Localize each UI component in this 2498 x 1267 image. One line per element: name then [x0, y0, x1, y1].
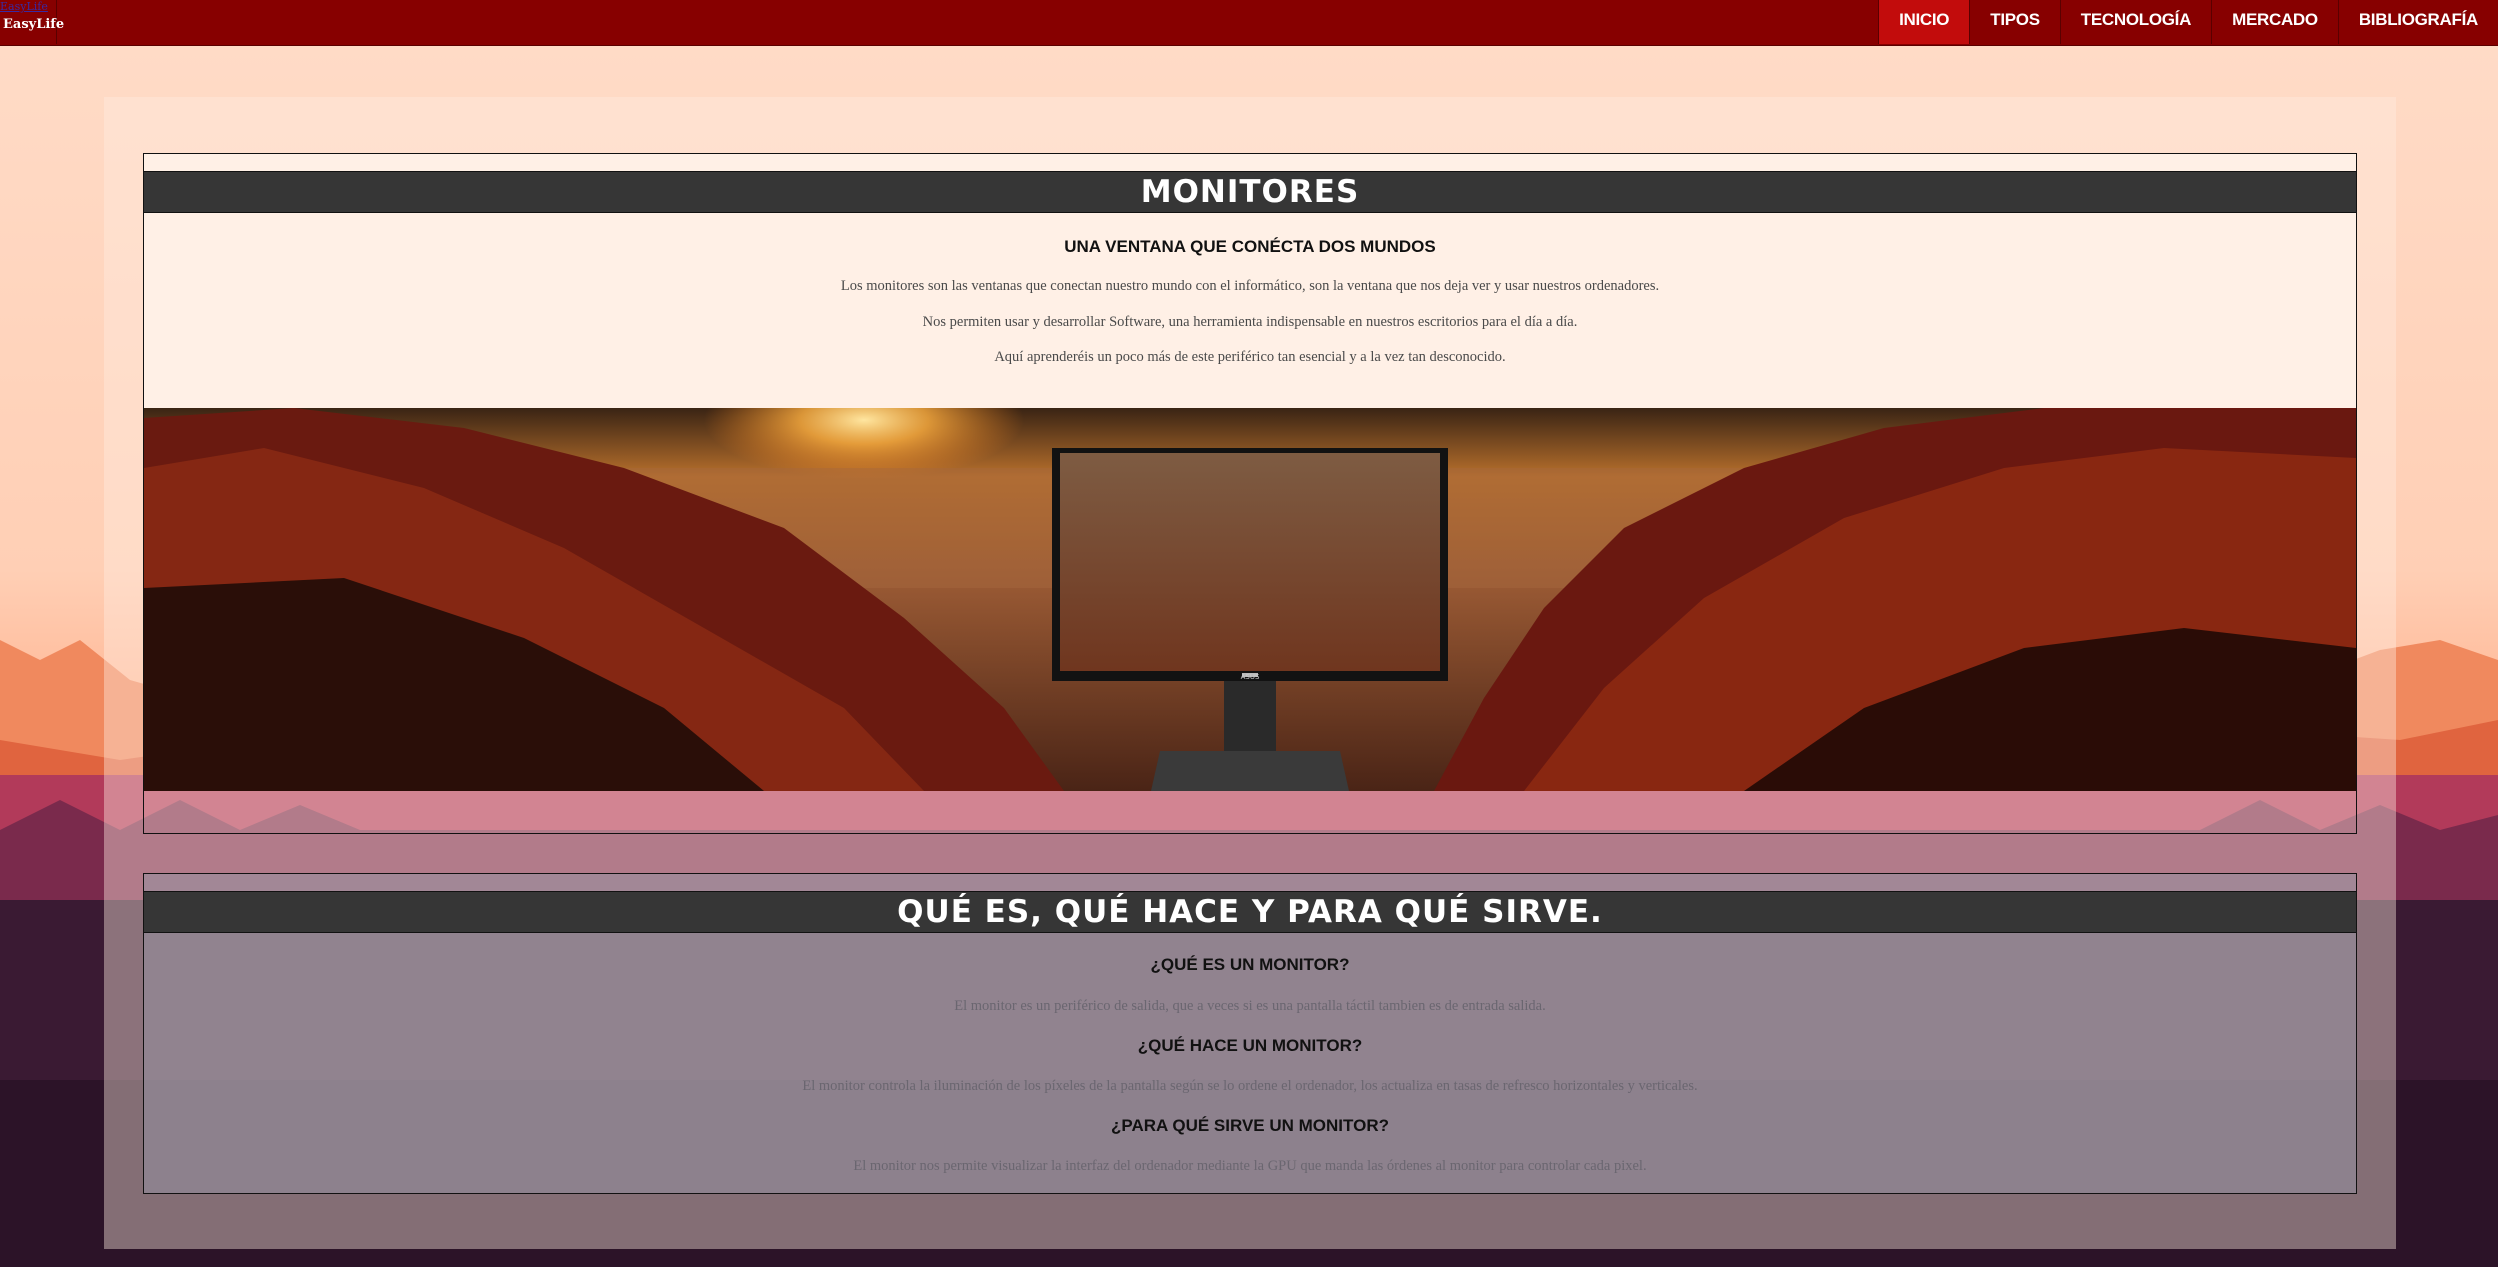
nav-mercado[interactable]: MERCADO	[2211, 0, 2338, 44]
monitores-card: MONITORES UNA VENTANA QUE CONÉCTA DOS MU…	[143, 153, 2357, 834]
intro-paragraph-3: Aquí aprenderéis un poco más de este per…	[994, 349, 1506, 365]
about-text-1: El monitor es un periférico de salida, q…	[954, 998, 1546, 1014]
intro-paragraph-2: Nos permiten usar y desarrollar Software…	[922, 314, 1578, 330]
nav-tecnologia[interactable]: TECNOLOGÍA	[2059, 0, 2211, 44]
page-title: MONITORES	[144, 171, 2356, 213]
intro-paragraph-1: Los monitores son las ventanas que conec…	[840, 278, 1660, 294]
about-heading-3: ¿PARA QUÉ SIRVE UN MONITOR?	[1110, 1116, 1389, 1135]
nav-tipos[interactable]: TIPOS	[1969, 0, 2060, 44]
monitor-banner-image: ASUS	[144, 408, 2356, 791]
logo[interactable]: EasyLife EasyLife	[0, 0, 64, 44]
main-menu: INICIO TIPOS TECNOLOGÍA MERCADO BIBLIOGR…	[1878, 0, 2498, 44]
nav-bibliografia[interactable]: BIBLIOGRAFÍA	[2337, 0, 2498, 44]
top-navbar: EasyLife EasyLife INICIO TIPOS TECNOLOGÍ…	[0, 0, 2498, 46]
about-heading-2: ¿QUÉ HACE UN MONITOR?	[1137, 1036, 1363, 1055]
about-title: QUÉ ES, QUÉ HACE Y PARA QUÉ SIRVE.	[144, 891, 2356, 933]
about-text-3: El monitor nos permite visualizar la int…	[853, 1158, 1647, 1174]
about-card: QUÉ ES, QUÉ HACE Y PARA QUÉ SIRVE. ¿QUÉ …	[143, 873, 2357, 1194]
hero-subtitle: UNA VENTANA QUE CONÉCTA DOS MUNDOS	[1064, 237, 1436, 256]
monitor-brand-label: ASUS	[1241, 673, 1260, 681]
about-text-2: El monitor controla la iluminación de lo…	[802, 1078, 1698, 1094]
brand-name[interactable]: EasyLife	[3, 17, 64, 32]
logo-image[interactable]: EasyLife	[0, 0, 48, 13]
nav-inicio[interactable]: INICIO	[1878, 0, 1970, 44]
about-heading-1: ¿QUÉ ES UN MONITOR?	[1150, 955, 1350, 974]
